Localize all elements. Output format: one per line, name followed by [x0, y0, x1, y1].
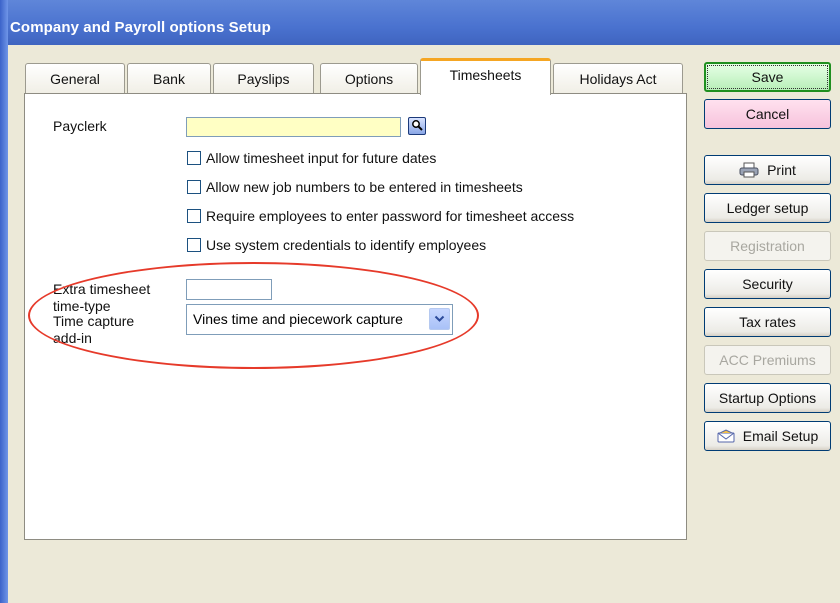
- startup-options-label: Startup Options: [718, 390, 817, 406]
- cancel-button[interactable]: Cancel: [704, 99, 831, 129]
- new-job-numbers-label: Allow new job numbers to be entered in t…: [206, 179, 523, 195]
- printer-icon: [739, 162, 759, 178]
- credentials-checkbox[interactable]: [187, 238, 201, 252]
- tab-timesheets[interactable]: Timesheets: [420, 58, 551, 95]
- envelope-icon: [717, 429, 735, 443]
- email-setup-label: Email Setup: [742, 428, 819, 444]
- extra-timesheet-input[interactable]: [186, 279, 272, 300]
- new-job-numbers-checkbox[interactable]: [187, 180, 201, 194]
- registration-button: Registration: [704, 231, 831, 261]
- checkbox-row-password: Require employees to enter password for …: [187, 208, 574, 224]
- payclerk-input[interactable]: [186, 117, 401, 137]
- time-capture-value: Vines time and piecework capture: [193, 311, 403, 327]
- acc-premiums-button: ACC Premiums: [704, 345, 831, 375]
- tab-general[interactable]: General: [25, 63, 125, 93]
- window-left-edge: [0, 0, 8, 603]
- payclerk-label: Payclerk: [53, 118, 107, 134]
- security-label: Security: [742, 276, 793, 292]
- password-checkbox[interactable]: [187, 209, 201, 223]
- future-dates-checkbox[interactable]: [187, 151, 201, 165]
- tab-holidays-act[interactable]: Holidays Act: [553, 63, 683, 93]
- ledger-setup-label: Ledger setup: [726, 200, 809, 216]
- chevron-down-icon[interactable]: [429, 308, 450, 330]
- startup-options-button[interactable]: Startup Options: [704, 383, 831, 413]
- acc-premiums-label: ACC Premiums: [719, 352, 816, 368]
- magnifier-icon: [411, 118, 423, 134]
- time-capture-label-line1: Time capture: [53, 313, 135, 329]
- payclerk-lookup-button[interactable]: [408, 117, 426, 135]
- save-button[interactable]: Save: [704, 62, 831, 92]
- extra-timesheet-label-line1: Extra timesheet: [53, 281, 151, 297]
- security-button[interactable]: Security: [704, 269, 831, 299]
- title-bar[interactable]: Company and Payroll options Setup: [0, 0, 840, 45]
- checkbox-row-credentials: Use system credentials to identify emplo…: [187, 237, 486, 253]
- credentials-label: Use system credentials to identify emplo…: [206, 237, 487, 253]
- future-dates-label: Allow timesheet input for future dates: [206, 150, 437, 166]
- window-title: Company and Payroll options Setup: [10, 19, 271, 36]
- tab-bank[interactable]: Bank: [127, 63, 211, 93]
- tax-rates-label: Tax rates: [739, 314, 796, 330]
- tab-options[interactable]: Options: [320, 63, 418, 93]
- checkbox-row-future-dates: Allow timesheet input for future dates: [187, 150, 436, 166]
- tax-rates-button[interactable]: Tax rates: [704, 307, 831, 337]
- extra-timesheet-label-line2: time-type: [53, 298, 111, 314]
- print-label: Print: [767, 162, 796, 178]
- print-button[interactable]: Print: [704, 155, 831, 185]
- time-capture-label-line2: add-in: [53, 330, 92, 346]
- ledger-setup-button[interactable]: Ledger setup: [704, 193, 831, 223]
- tab-payslips[interactable]: Payslips: [213, 63, 314, 93]
- registration-label: Registration: [730, 238, 805, 254]
- checkbox-row-new-job-numbers: Allow new job numbers to be entered in t…: [187, 179, 523, 195]
- setup-window: Company and Payroll options Setup Genera…: [0, 0, 840, 603]
- cancel-label: Cancel: [745, 106, 790, 122]
- password-label: Require employees to enter password for …: [206, 208, 575, 224]
- email-setup-button[interactable]: Email Setup: [704, 421, 831, 451]
- time-capture-select[interactable]: Vines time and piecework capture: [186, 304, 453, 335]
- save-label: Save: [751, 69, 784, 85]
